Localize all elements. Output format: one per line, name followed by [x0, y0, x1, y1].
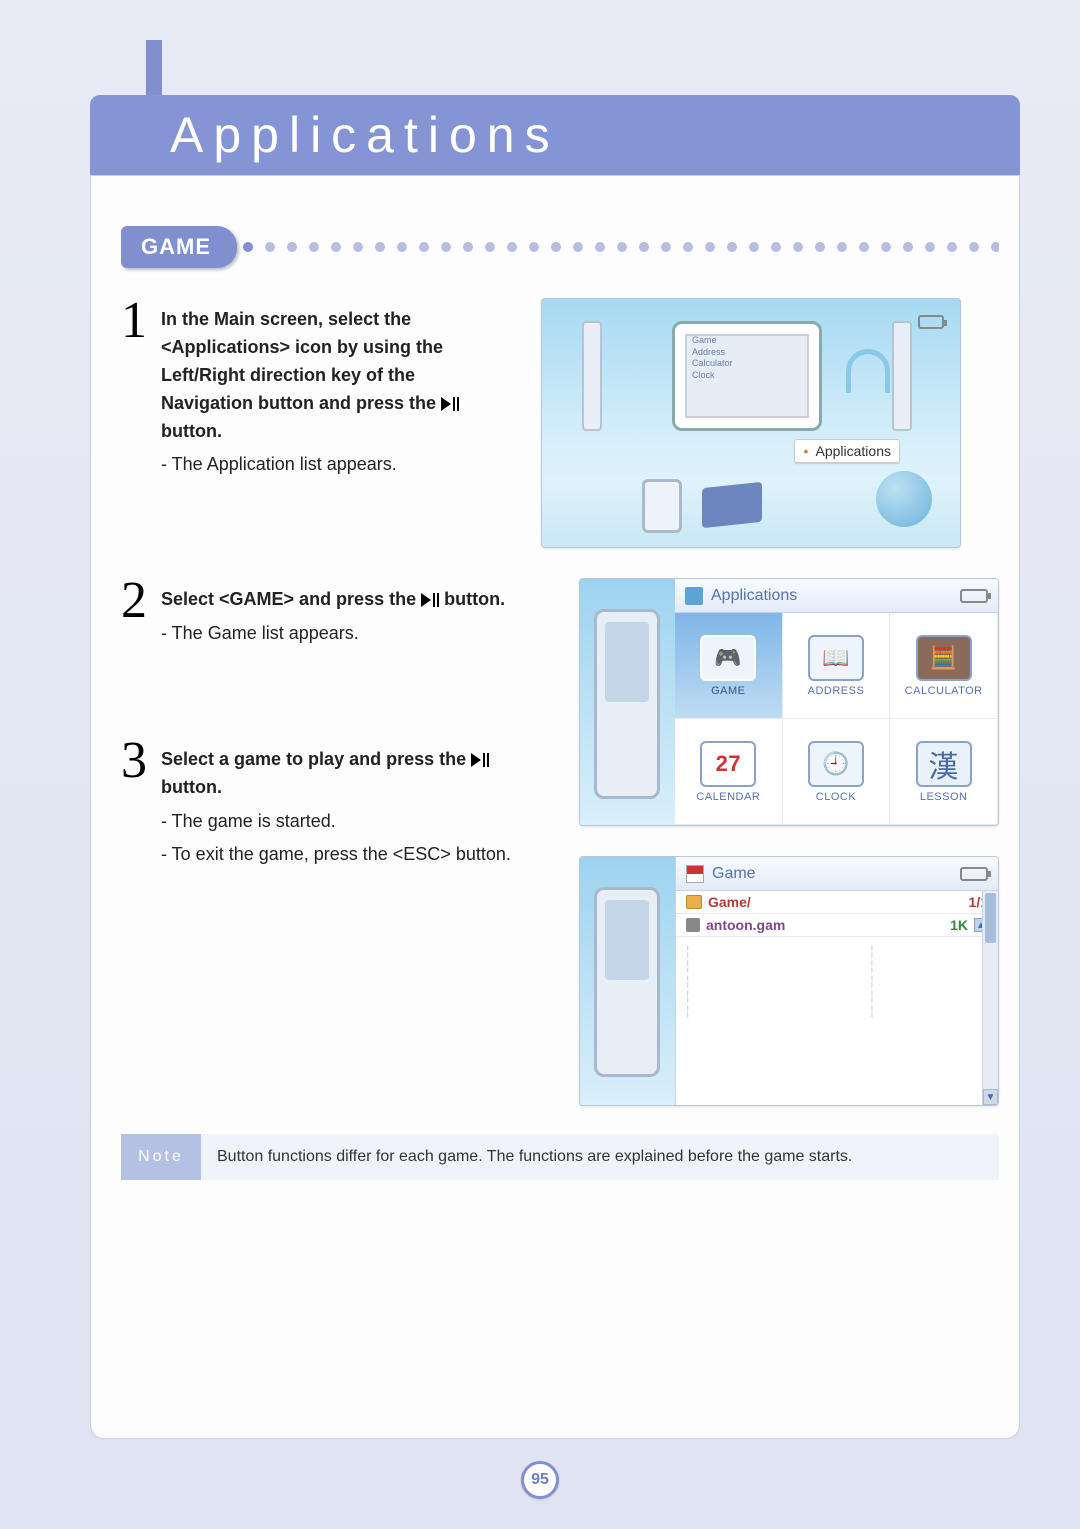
speaker-left-graphic — [582, 321, 602, 431]
gamepad-icon — [700, 635, 756, 681]
game-window-titlebar: Game — [676, 857, 998, 891]
speaker-right-graphic — [892, 321, 912, 431]
app-item-label: CALENDAR — [696, 791, 760, 803]
section-dots — [243, 242, 999, 252]
address-icon — [808, 635, 864, 681]
step-1-number: 1 — [121, 298, 147, 479]
step-2-result: - The Game list appears. — [161, 620, 505, 648]
screenshot-game-list: Game Game/ 1/1 antoon.gam 1K ▲ ¦ — [579, 856, 999, 1106]
battery-icon — [960, 589, 988, 603]
step-1-instruction-b: button. — [161, 421, 222, 441]
right-screens-column: Applications GAME ADDRESS CALCULATOR CALEND… — [541, 578, 999, 1106]
game-file-row[interactable]: antoon.gam 1K ▲ — [676, 914, 998, 937]
calc-icon — [916, 635, 972, 681]
game-main-panel: Game Game/ 1/1 antoon.gam 1K ▲ ¦ — [675, 857, 998, 1105]
apps-window-titlebar: Applications — [675, 579, 998, 613]
step-1-instruction-a: In the Main screen, select the <Applicat… — [161, 309, 443, 413]
content-grid: 1 In the Main screen, select the <Applic… — [121, 298, 999, 1106]
page-panel: GAME 1 In the Main screen, select the <A… — [90, 175, 1020, 1439]
apps-side-panel — [580, 579, 675, 825]
app-item-calculator[interactable]: CALCULATOR — [890, 613, 998, 719]
game-path-row: Game/ 1/1 — [676, 891, 998, 914]
game-title-icon — [686, 865, 704, 883]
step-3-result-1: - The game is started. — [161, 808, 511, 836]
book-graphic — [702, 482, 762, 528]
app-item-calendar[interactable]: CALENDAR — [675, 719, 783, 825]
game-path-label: Game/ — [708, 894, 751, 910]
step-1: 1 In the Main screen, select the <Applic… — [121, 298, 511, 479]
app-item-label: ADDRESS — [808, 685, 865, 697]
app-item-label: CLOCK — [816, 791, 856, 803]
clock-icon — [808, 741, 864, 787]
game-side-panel — [580, 857, 675, 1105]
headphones-graphic — [846, 349, 890, 393]
selected-app-label: Applications — [794, 439, 900, 463]
step-2: 2 Select <GAME> and press the button. - … — [121, 578, 511, 648]
battery-icon — [918, 315, 944, 329]
steps-2-3-column: 2 Select <GAME> and press the button. - … — [121, 578, 511, 869]
screenshot-applications-list: Applications GAME ADDRESS CALCULATOR CALEND… — [579, 578, 999, 826]
chapter-title: Applications — [170, 106, 560, 164]
note-bar: Note Button functions differ for each ga… — [121, 1134, 999, 1180]
step-3-instruction-b: button. — [161, 777, 222, 797]
screenshot-main-screen: Game Address Calculator Clock Applicatio… — [541, 298, 961, 548]
play-pause-icon — [471, 746, 489, 774]
step-2-instruction-b: button. — [444, 589, 505, 609]
scrollbar-thumb[interactable] — [985, 893, 996, 943]
file-icon — [686, 918, 700, 932]
pda-graphic — [594, 609, 660, 799]
cal-icon — [700, 741, 756, 787]
app-item-address[interactable]: ADDRESS — [783, 613, 891, 719]
step-3-result-2: - To exit the game, press the <ESC> butt… — [161, 841, 511, 869]
step-3: 3 Select a game to play and press the bu… — [121, 738, 511, 870]
step-2-instruction-a: Select <GAME> and press the — [161, 589, 421, 609]
lesson-icon — [916, 741, 972, 787]
step-3-instruction-a: Select a game to play and press the — [161, 749, 471, 769]
apps-grid: GAME ADDRESS CALCULATOR CALENDAR CLOCK LESSON — [675, 613, 998, 825]
app-item-game[interactable]: GAME — [675, 613, 783, 719]
section-header-row: GAME — [121, 226, 999, 268]
chapter-title-band: Applications — [90, 95, 1020, 175]
game-file-size: 1K — [950, 917, 968, 933]
scrollbar[interactable]: ▼ — [982, 891, 998, 1105]
section-heading: GAME — [141, 234, 211, 259]
step-1-result: - The Application list appears. — [161, 451, 511, 479]
apps-main-panel: Applications GAME ADDRESS CALCULATOR CALEND… — [675, 579, 998, 825]
page-number-chip: 95 — [521, 1461, 559, 1499]
step-3-body: Select a game to play and press the butt… — [161, 738, 511, 870]
header-tab-accent — [146, 40, 162, 95]
game-file-name: antoon.gam — [706, 917, 785, 933]
game-window-title: Game — [712, 865, 756, 883]
window-icon — [685, 587, 703, 605]
tv-menu-text: Game Address Calculator Clock — [692, 335, 733, 382]
play-pause-icon — [421, 586, 439, 614]
app-item-clock[interactable]: CLOCK — [783, 719, 891, 825]
scroll-down-button[interactable]: ▼ — [983, 1089, 998, 1105]
folder-icon — [686, 895, 702, 909]
app-item-label: CALCULATOR — [905, 685, 983, 697]
battery-icon — [960, 867, 988, 881]
app-item-lesson[interactable]: LESSON — [890, 719, 998, 825]
globe-graphic — [876, 471, 932, 527]
note-label: Note — [121, 1134, 201, 1180]
note-text: Button functions differ for each game. T… — [201, 1134, 999, 1180]
step-1-body: In the Main screen, select the <Applicat… — [161, 298, 511, 479]
step-2-body: Select <GAME> and press the button. - Th… — [161, 578, 505, 648]
apps-window-title: Applications — [711, 587, 797, 605]
selected-app-label-text: Applications — [816, 443, 892, 459]
page-number: 95 — [531, 1471, 549, 1489]
phone-graphic — [642, 479, 682, 533]
section-heading-pill: GAME — [121, 226, 237, 268]
play-pause-icon — [441, 390, 459, 418]
empty-rows: ¦ ¦ ¦ ¦ ¦ ¦ ¦ ¦ ¦ — [676, 937, 998, 1024]
app-item-label: GAME — [711, 685, 745, 697]
step-2-number: 2 — [121, 578, 147, 648]
pda-graphic — [594, 887, 660, 1077]
app-item-label: LESSON — [920, 791, 968, 803]
step-3-number: 3 — [121, 738, 147, 870]
